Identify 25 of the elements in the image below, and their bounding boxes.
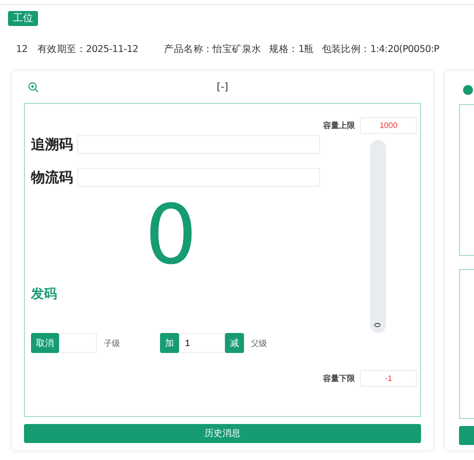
count-display: 0 <box>144 195 198 277</box>
send-code-label: 发码 <box>31 286 58 303</box>
input-field[interactable] <box>59 333 97 353</box>
input-field[interactable]: 1 <box>179 333 225 353</box>
add-button[interactable]: 加 <box>160 333 179 353</box>
input-field[interactable]: -1 <box>360 370 417 387</box>
zoom-in-icon[interactable] <box>28 82 39 92</box>
level-label: 父级 <box>251 338 267 348</box>
info-text: 产品名称：怡宝矿泉水 <box>164 43 262 57</box>
field-label: 追溯码 <box>31 136 71 154</box>
cancel-button[interactable]: 取消 <box>31 333 59 353</box>
level-label: 子级 <box>104 338 120 348</box>
info-text: 规格：1瓶 <box>269 43 314 57</box>
info-text: 12 <box>16 43 28 57</box>
capacity-label: 容量下限 <box>323 373 355 384</box>
capacity-label: 容量上限 <box>323 120 355 131</box>
field-label: 物流码 <box>31 168 71 186</box>
input-field[interactable]: 1000 <box>360 117 417 134</box>
panel-title[interactable]: [-] <box>216 82 228 92</box>
meter-reading: 0 <box>372 322 380 328</box>
info-text: 包装比例：1:4:20(P0050:P <box>322 43 440 57</box>
history-button[interactable]: 历史消息 <box>24 424 421 443</box>
station-tag: 工位 <box>8 11 38 26</box>
info-text: 有效期至：2025-11-12 <box>38 43 138 57</box>
subtract-button[interactable]: 减 <box>225 333 244 353</box>
